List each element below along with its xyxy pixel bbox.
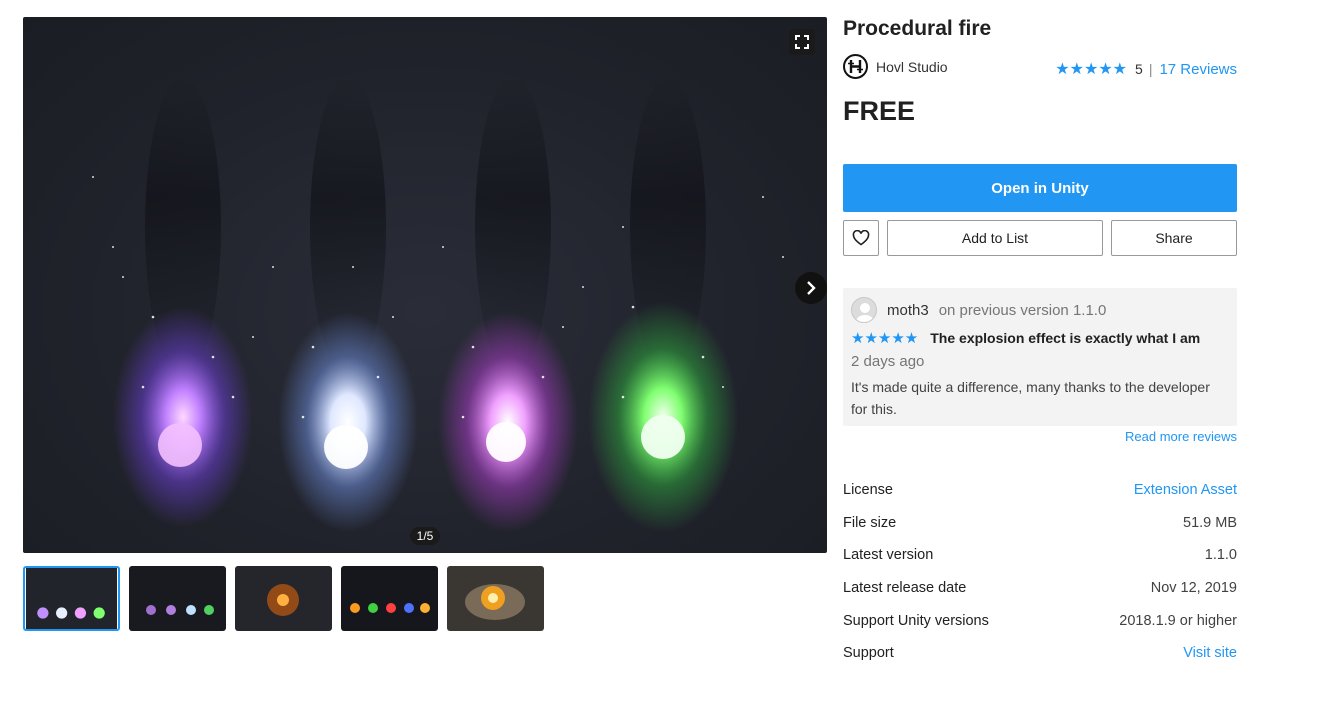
review-stars-icon: ★★★★★	[851, 330, 919, 347]
image-counter: 1/5	[410, 527, 440, 545]
publisher-logo-icon	[843, 54, 868, 79]
review-date: 2 days ago	[851, 353, 925, 370]
thumbnail-image	[235, 566, 332, 631]
detail-value: 2018.1.9 or higher	[1119, 612, 1237, 629]
user-avatar-icon	[856, 303, 874, 322]
review-user: moth3	[887, 301, 929, 319]
avatar	[851, 297, 877, 323]
preview-image	[92, 77, 784, 532]
thumbnail-image	[25, 568, 118, 629]
thumbnail-2[interactable]	[129, 566, 226, 631]
thumbnail-image	[447, 566, 544, 631]
detail-label: License	[843, 482, 893, 499]
chevron-right-icon	[807, 281, 816, 295]
expand-button[interactable]	[789, 29, 815, 55]
detail-row-support: Support Visit site	[843, 637, 1237, 670]
detail-label: Support	[843, 645, 894, 662]
product-title: Procedural fire	[843, 17, 992, 40]
detail-row-file-size: File size 51.9 MB	[843, 507, 1237, 540]
heart-icon	[852, 230, 870, 246]
detail-value: 51.9 MB	[1183, 514, 1237, 531]
product-details: License Extension Asset File size 51.9 M…	[843, 474, 1237, 670]
rating-summary: ★★★★★ 5 | 17 Reviews	[1055, 59, 1237, 79]
review-card: moth3 on previous version 1.1.0 ★★★★★ Th…	[843, 288, 1237, 426]
license-link[interactable]: Extension Asset	[1134, 482, 1237, 498]
detail-label: Support Unity versions	[843, 612, 989, 629]
thumbnail-1[interactable]	[23, 566, 120, 631]
thumbnail-5[interactable]	[447, 566, 544, 631]
next-image-button[interactable]	[795, 272, 827, 304]
favorite-button[interactable]	[843, 220, 879, 256]
reviews-link[interactable]: 17 Reviews	[1159, 61, 1237, 78]
detail-label: Latest version	[843, 547, 934, 564]
detail-row-latest-version: Latest version 1.1.0	[843, 539, 1237, 572]
review-version: on previous version 1.1.0	[938, 301, 1107, 319]
publisher-link[interactable]: Hovl Studio	[843, 54, 948, 79]
share-button[interactable]: Share	[1111, 220, 1237, 256]
open-in-unity-button[interactable]: Open in Unity	[843, 164, 1237, 212]
add-to-list-button[interactable]: Add to List	[887, 220, 1103, 256]
price: FREE	[843, 96, 916, 126]
visit-site-link[interactable]: Visit site	[1183, 645, 1237, 661]
rating-stars-icon: ★★★★★	[1055, 61, 1128, 78]
thumbnail-image	[129, 566, 226, 631]
read-more-reviews-link[interactable]: Read more reviews	[1125, 429, 1237, 444]
thumbnail-image	[341, 566, 438, 631]
rating-separator: |	[1148, 61, 1153, 77]
thumbnail-4[interactable]	[341, 566, 438, 631]
detail-row-unity-versions: Support Unity versions 2018.1.9 or highe…	[843, 604, 1237, 637]
detail-value: 1.1.0	[1204, 547, 1237, 564]
detail-row-license: License Extension Asset	[843, 474, 1237, 507]
detail-row-release-date: Latest release date Nov 12, 2019	[843, 572, 1237, 605]
thumbnail-3[interactable]	[235, 566, 332, 631]
review-body: It's made quite a difference, many thank…	[851, 379, 1210, 417]
rating-value: 5	[1135, 61, 1143, 77]
image-viewer[interactable]: 1/5	[23, 17, 827, 553]
expand-icon	[795, 35, 809, 49]
detail-label: File size	[843, 514, 897, 531]
detail-label: Latest release date	[843, 580, 967, 597]
detail-value: Nov 12, 2019	[1150, 580, 1237, 597]
review-title: The explosion effect is exactly what I a…	[930, 330, 1201, 346]
publisher-name: Hovl Studio	[876, 58, 948, 75]
hovl-logo-icon	[848, 60, 863, 73]
